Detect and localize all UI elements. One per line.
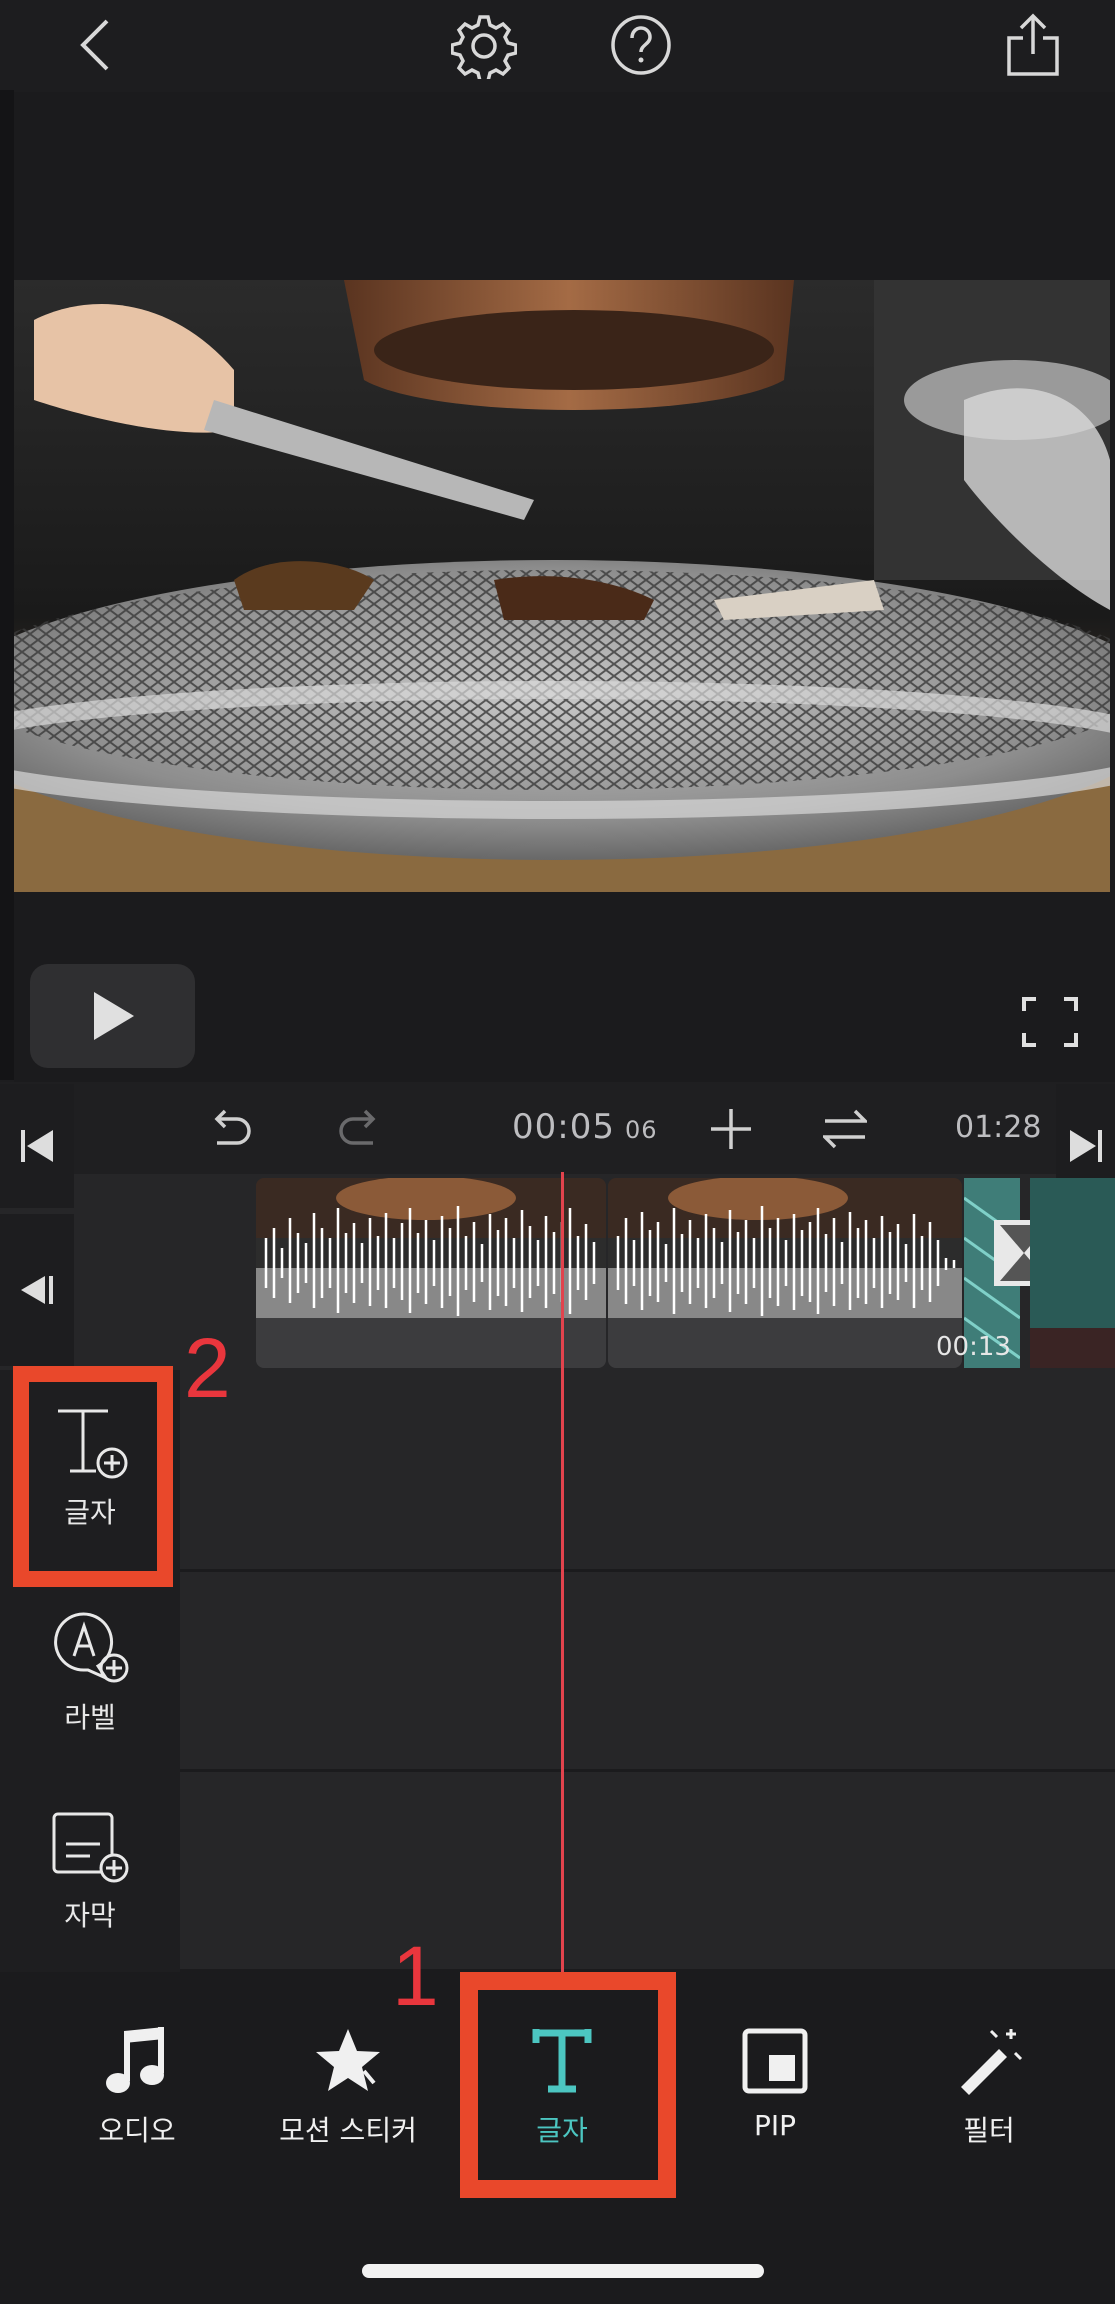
share-button[interactable] — [998, 10, 1068, 80]
text-track-row[interactable] — [180, 1370, 1115, 1572]
toolbar-audio[interactable]: 오디오 — [42, 2025, 232, 2149]
redo-button[interactable] — [334, 1104, 384, 1154]
add-clip-button[interactable] — [706, 1104, 756, 1154]
previous-frame-button[interactable] — [0, 1214, 74, 1366]
plus-icon — [711, 1109, 751, 1149]
subtitle-track-label: 자막 — [64, 1899, 116, 1932]
skip-to-end-icon — [1070, 1130, 1102, 1162]
total-duration: 01:28 — [955, 1110, 1042, 1145]
annotation-number-step-1: 1 — [392, 1929, 439, 2023]
gear-icon — [451, 15, 517, 79]
annotation-box-step-2 — [13, 1366, 173, 1587]
label-track-label: 라벨 — [64, 1701, 116, 1734]
toolbar-pip[interactable]: PIP — [680, 2025, 870, 2142]
clip-duration: 00:13 — [936, 1332, 1011, 1362]
pip-icon — [742, 2028, 808, 2094]
current-frame: 06 — [624, 1116, 658, 1144]
current-time: 00:05 — [512, 1107, 615, 1147]
help-button[interactable] — [606, 10, 676, 80]
current-timecode: 00:05 06 — [512, 1107, 658, 1147]
magic-wand-icon — [961, 2029, 1023, 2095]
toolbar-filter[interactable]: 필터 — [894, 2025, 1084, 2149]
play-icon — [93, 992, 134, 1040]
step-back-icon — [21, 1276, 53, 1304]
undo-button[interactable] — [206, 1104, 256, 1154]
annotation-box-step-1 — [460, 1972, 676, 2198]
toolbar-motion-sticker-label: 모션 스티커 — [279, 2114, 417, 2147]
left-edge-strip — [0, 90, 14, 1080]
music-note-icon — [106, 2027, 164, 2093]
top-bar — [0, 0, 1115, 92]
toolbar-pip-label: PIP — [753, 2109, 797, 2142]
home-indicator[interactable] — [362, 2264, 764, 2278]
skip-to-start-icon — [21, 1130, 53, 1162]
annotation-number-step-2: 2 — [184, 1321, 231, 1415]
swap-button[interactable] — [820, 1104, 870, 1154]
add-subtitle-track-button[interactable]: 자막 — [0, 1808, 180, 1934]
video-preview[interactable] — [14, 280, 1110, 892]
video-clip[interactable] — [608, 1178, 962, 1368]
share-icon — [1007, 13, 1059, 76]
question-circle-icon — [611, 15, 671, 75]
video-clip[interactable] — [1030, 1178, 1115, 1368]
star-icon — [316, 2029, 380, 2091]
add-label-track-button[interactable]: 라벨 — [0, 1610, 180, 1736]
swap-arrows-icon — [823, 1109, 867, 1149]
back-button[interactable] — [60, 10, 130, 80]
jump-to-start-button[interactable] — [0, 1084, 74, 1208]
subtitle-track-row[interactable] — [180, 1772, 1115, 1972]
toolbar-audio-label: 오디오 — [98, 2114, 176, 2147]
settings-button[interactable] — [448, 10, 520, 82]
playhead[interactable] — [561, 1172, 564, 1982]
fullscreen-button[interactable] — [1020, 995, 1080, 1049]
toolbar-filter-label: 필터 — [963, 2114, 1015, 2147]
subtitle-add-icon — [52, 1812, 129, 1883]
undo-icon — [214, 1109, 251, 1145]
play-button[interactable] — [30, 964, 195, 1068]
label-add-icon — [54, 1612, 129, 1683]
fullscreen-icon — [1022, 997, 1078, 1047]
toolbar-motion-sticker[interactable]: 모션 스티커 — [253, 2025, 443, 2149]
redo-icon — [339, 1109, 376, 1145]
chevron-left-icon — [80, 19, 109, 71]
label-track-row[interactable] — [180, 1572, 1115, 1772]
video-clip[interactable] — [256, 1178, 606, 1368]
